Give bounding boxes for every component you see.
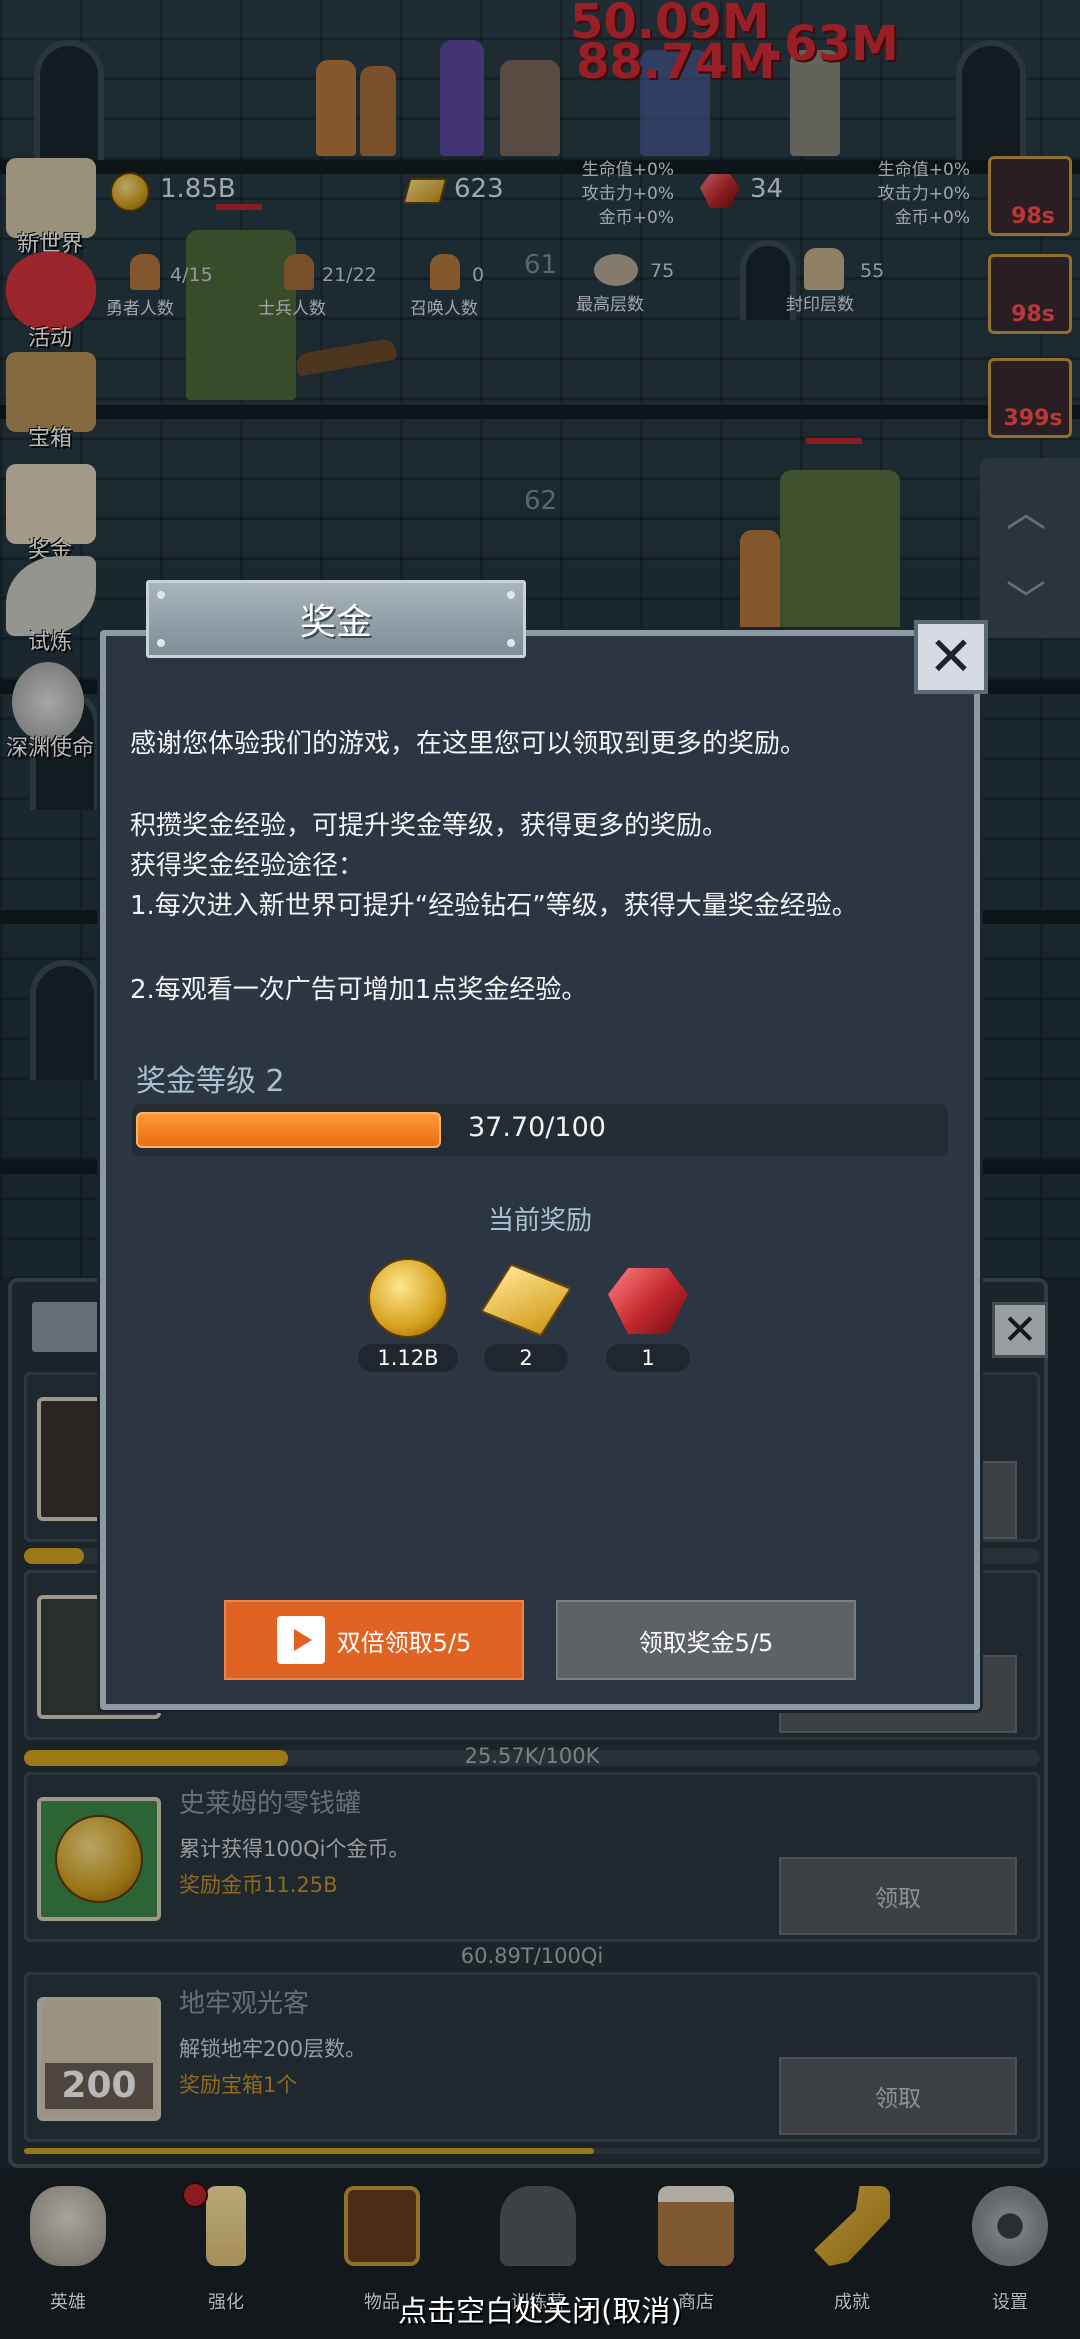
dialog-close-button[interactable]: ✕ [914,620,988,694]
reward-gold-bar: 2 [476,1256,576,1376]
bonus-level-label: 奖金等级 2 [136,1064,285,1099]
dialog-text-line: 2.每观看一次广告可增加1点奖金经验。 [130,975,588,1005]
rivet [157,591,165,599]
dialog-text-line: 获得奖金经验途径： [130,851,365,881]
dialog-title-text: 奖金 [299,602,372,643]
play-icon [293,1629,312,1651]
close-icon: ✕ [928,625,974,688]
gold-coin-icon [368,1258,448,1338]
reward-gold: 1.12B [358,1256,458,1376]
dialog-text-intro: 感谢您体验我们的游戏，在这里您可以领取到更多的奖励。 [130,729,807,759]
dialog-text-line: 积攒奖金经验，可提升奖金等级，获得更多的奖励。 [130,811,729,841]
video-ad-icon [276,1616,325,1664]
reward-ruby: 1 [596,1256,696,1376]
bonus-level-progress-text: 37.70/100 [468,1112,606,1143]
dialog-text-line: 1.每次进入新世界可提升“经验钻石”等级，获得大量奖金经验。 [130,891,858,921]
ruby-icon [608,1268,688,1334]
claim-bonus-button[interactable]: 领取奖金5/5 [556,1600,856,1680]
current-rewards-title: 当前奖励 [487,1206,592,1236]
bonus-dialog [100,630,980,1710]
reward-amount: 1 [606,1344,690,1372]
rivet [507,591,515,599]
dialog-title: 奖金 [146,580,526,658]
double-claim-label: 双倍领取5/5 [336,1628,472,1657]
bonus-level-progress-fill [136,1112,441,1148]
gold-bar-icon [480,1263,572,1337]
claim-bonus-label: 领取奖金5/5 [638,1628,774,1657]
rivet [157,639,165,647]
reward-amount: 2 [484,1344,568,1372]
reward-amount: 1.12B [358,1344,458,1372]
tap-to-close-hint[interactable]: 点击空白处关闭(取消) [0,2288,1080,2330]
rivet [507,639,515,647]
double-claim-button[interactable]: 双倍领取5/5 [224,1600,524,1680]
